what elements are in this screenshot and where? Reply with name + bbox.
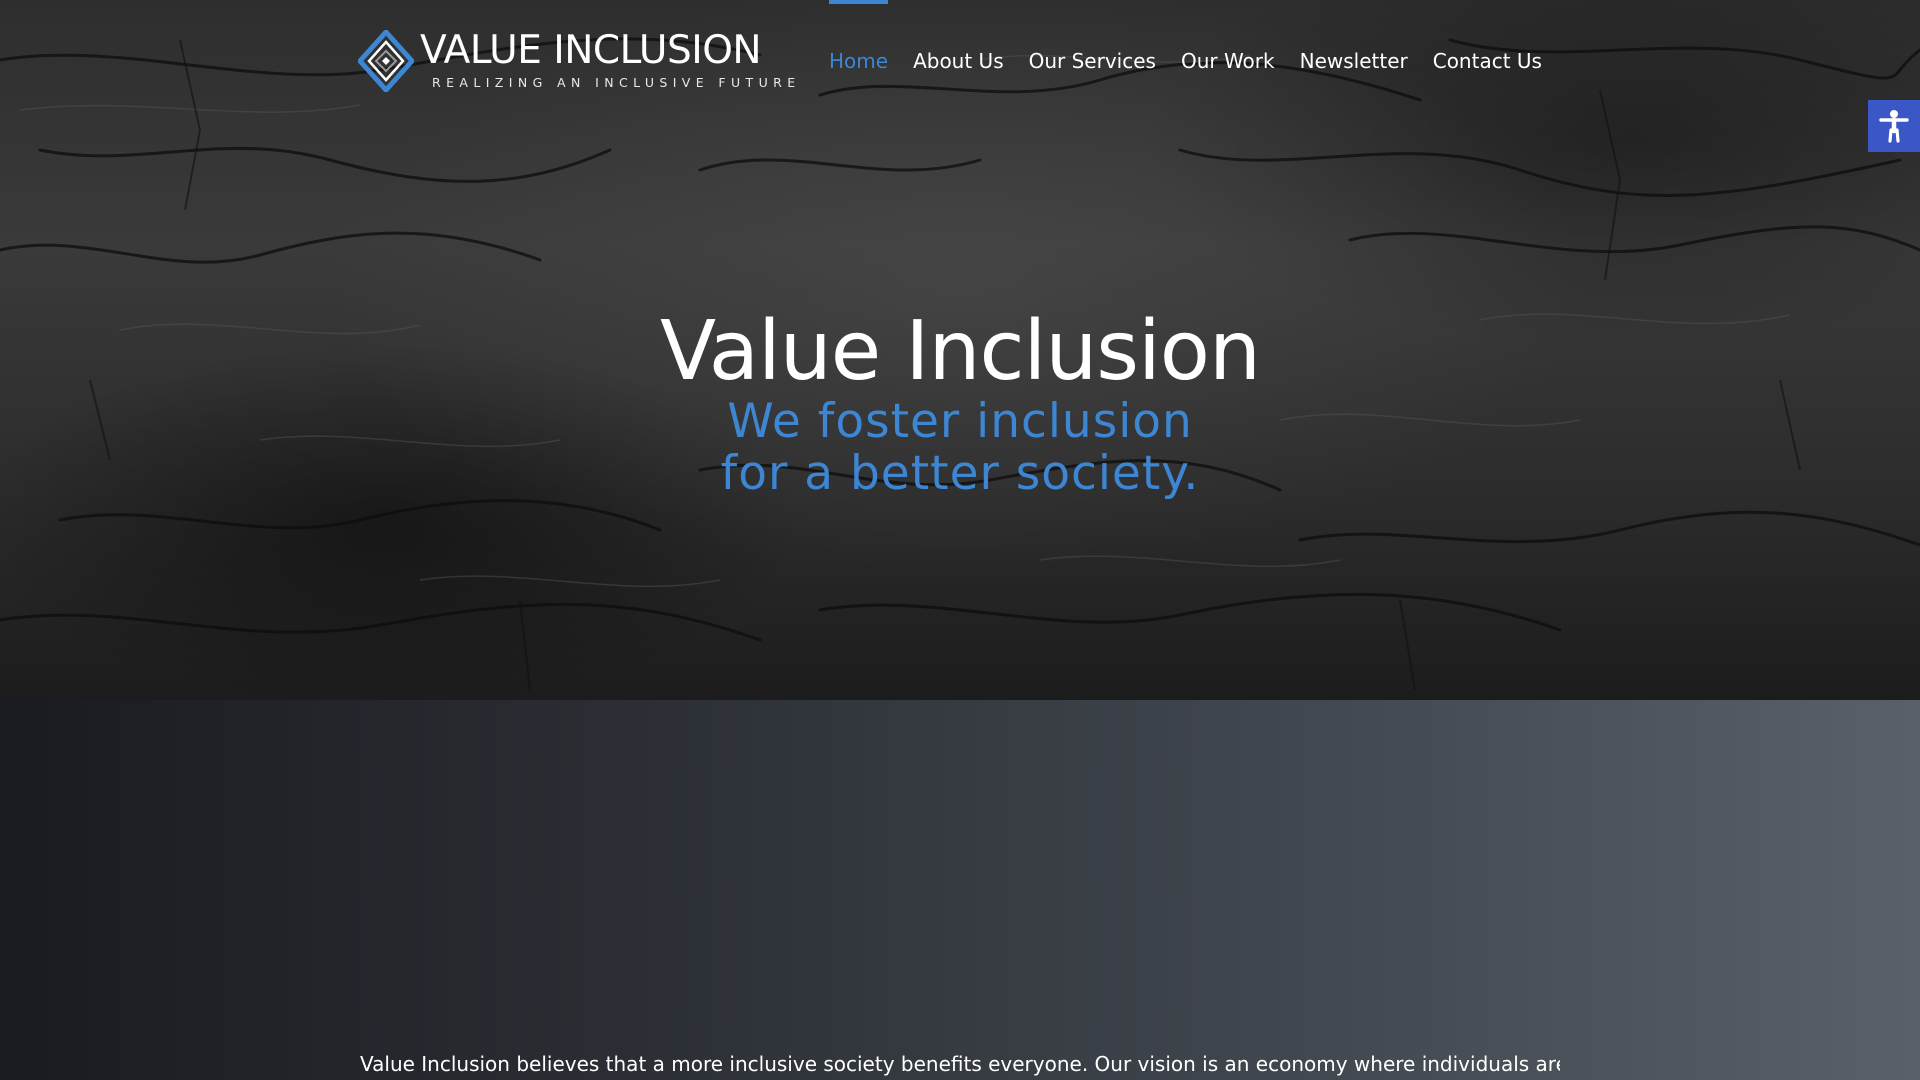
site-logo[interactable]: VALUE INCLUSION REALIZING AN INCLUSIVE F…	[358, 28, 795, 94]
hero-subtitle-line-2: for a better society.	[720, 446, 1200, 501]
nav-item-home[interactable]: Home	[829, 0, 889, 73]
page: VALUE INCLUSION REALIZING AN INCLUSIVE F…	[0, 0, 1920, 1080]
hero-title: Value Inclusion	[660, 304, 1261, 399]
intro-section: Value Inclusion believes that a more inc…	[0, 700, 1920, 1080]
nav-item-our-work[interactable]: Our Work	[1181, 0, 1275, 73]
nav-item-about-us[interactable]: About Us	[913, 0, 1004, 73]
hero-section: VALUE INCLUSION REALIZING AN INCLUSIVE F…	[0, 0, 1920, 700]
accessibility-icon	[1879, 110, 1909, 143]
logo-tagline: REALIZING AN INCLUSIVE FUTURE	[432, 75, 801, 90]
intro-paragraph: Value Inclusion believes that a more inc…	[360, 1052, 1560, 1076]
hero-subtitle-line-1: We foster inclusion	[727, 394, 1193, 449]
nav-item-newsletter[interactable]: Newsletter	[1300, 0, 1408, 73]
accessibility-button[interactable]	[1868, 100, 1920, 152]
main-nav: Home About Us Our Services Our Work News…	[829, 0, 1542, 124]
nav-item-our-services[interactable]: Our Services	[1029, 0, 1156, 73]
nav-item-contact-us[interactable]: Contact Us	[1433, 0, 1542, 73]
logo-name: VALUE INCLUSION	[420, 28, 762, 73]
diamond-logo-icon	[358, 30, 414, 92]
